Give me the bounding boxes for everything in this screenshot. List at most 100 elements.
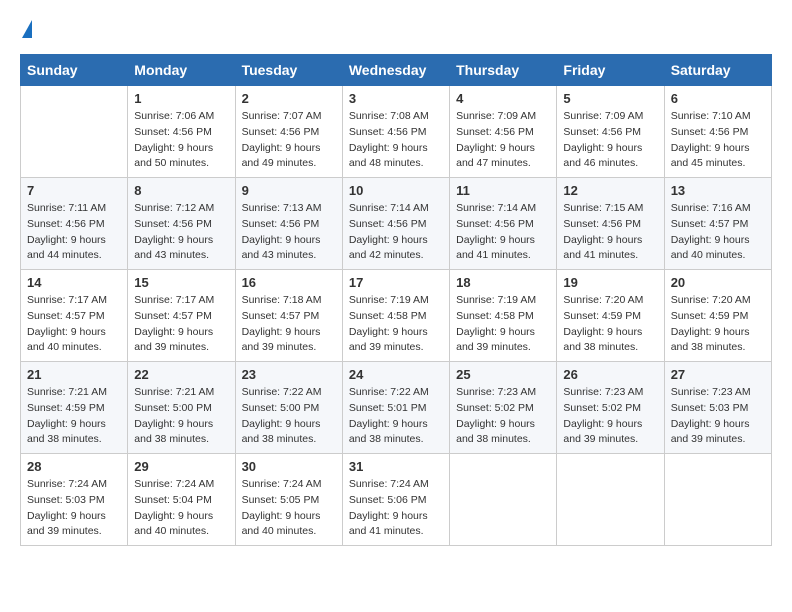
calendar-cell: 17 Sunrise: 7:19 AM Sunset: 4:58 PM Dayli…: [342, 270, 449, 362]
day-number: 29: [134, 459, 228, 474]
calendar-cell: 21Sunrise: 7:21 AM Sunset: 4:59 PM Dayli…: [21, 362, 128, 454]
calendar-cell: 15 Sunrise: 7:17 AM Sunset: 4:57 PM Dayli…: [128, 270, 235, 362]
day-number: 6: [671, 91, 765, 106]
day-info: Sunrise: 7:19 AM Sunset: 4:58 PM Dayligh…: [349, 293, 443, 356]
day-info: Sunrise: 7:07 AM Sunset: 4:56 PM Dayligh…: [242, 109, 336, 172]
calendar-cell: 2 Sunrise: 7:07 AM Sunset: 4:56 PM Daylig…: [235, 86, 342, 178]
calendar-cell: 6 Sunrise: 7:10 AM Sunset: 4:56 PM Daylig…: [664, 86, 771, 178]
day-number: 9: [242, 183, 336, 198]
day-info: Sunrise: 7:17 AM Sunset: 4:57 PM Dayligh…: [27, 293, 121, 356]
calendar-cell: 22Sunrise: 7:21 AM Sunset: 5:00 PM Dayli…: [128, 362, 235, 454]
day-number: 13: [671, 183, 765, 198]
day-info: Sunrise: 7:08 AM Sunset: 4:56 PM Dayligh…: [349, 109, 443, 172]
day-info: Sunrise: 7:11 AM Sunset: 4:56 PM Dayligh…: [27, 201, 121, 264]
day-number: 31: [349, 459, 443, 474]
calendar-cell: 12 Sunrise: 7:15 AM Sunset: 4:56 PM Dayli…: [557, 178, 664, 270]
day-number: 7: [27, 183, 121, 198]
calendar-week-row: 14 Sunrise: 7:17 AM Sunset: 4:57 PM Dayli…: [21, 270, 772, 362]
calendar-cell: 11 Sunrise: 7:14 AM Sunset: 4:56 PM Dayli…: [450, 178, 557, 270]
calendar-cell: 14 Sunrise: 7:17 AM Sunset: 4:57 PM Dayli…: [21, 270, 128, 362]
day-number: 23: [242, 367, 336, 382]
calendar-cell: [664, 454, 771, 546]
calendar-header-row: SundayMondayTuesdayWednesdayThursdayFrid…: [21, 55, 772, 86]
calendar-cell: 18 Sunrise: 7:19 AM Sunset: 4:58 PM Dayli…: [450, 270, 557, 362]
day-number: 17: [349, 275, 443, 290]
calendar-cell: 3 Sunrise: 7:08 AM Sunset: 4:56 PM Daylig…: [342, 86, 449, 178]
day-info: Sunrise: 7:09 AM Sunset: 4:56 PM Dayligh…: [563, 109, 657, 172]
day-number: 30: [242, 459, 336, 474]
calendar-week-row: 28 Sunrise: 7:24 AM Sunset: 5:03 PM Dayli…: [21, 454, 772, 546]
column-header-tuesday: Tuesday: [235, 55, 342, 86]
day-info: Sunrise: 7:17 AM Sunset: 4:57 PM Dayligh…: [134, 293, 228, 356]
day-number: 20: [671, 275, 765, 290]
day-number: 2: [242, 91, 336, 106]
day-number: 15: [134, 275, 228, 290]
day-info: Sunrise: 7:24 AM Sunset: 5:05 PM Dayligh…: [242, 477, 336, 540]
day-number: 14: [27, 275, 121, 290]
column-header-sunday: Sunday: [21, 55, 128, 86]
day-info: Sunrise: 7:14 AM Sunset: 4:56 PM Dayligh…: [456, 201, 550, 264]
calendar-cell: 1Sunrise: 7:06 AM Sunset: 4:56 PM Daylig…: [128, 86, 235, 178]
day-info: Sunrise: 7:13 AM Sunset: 4:56 PM Dayligh…: [242, 201, 336, 264]
day-info: Sunrise: 7:20 AM Sunset: 4:59 PM Dayligh…: [563, 293, 657, 356]
day-number: 4: [456, 91, 550, 106]
column-header-thursday: Thursday: [450, 55, 557, 86]
day-number: 25: [456, 367, 550, 382]
day-info: Sunrise: 7:16 AM Sunset: 4:57 PM Dayligh…: [671, 201, 765, 264]
calendar-cell: 13 Sunrise: 7:16 AM Sunset: 4:57 PM Dayli…: [664, 178, 771, 270]
day-number: 5: [563, 91, 657, 106]
column-header-saturday: Saturday: [664, 55, 771, 86]
calendar-cell: 7 Sunrise: 7:11 AM Sunset: 4:56 PM Daylig…: [21, 178, 128, 270]
logo: [20, 20, 32, 38]
day-number: 24: [349, 367, 443, 382]
calendar-cell: 9 Sunrise: 7:13 AM Sunset: 4:56 PM Daylig…: [235, 178, 342, 270]
column-header-friday: Friday: [557, 55, 664, 86]
day-info: Sunrise: 7:10 AM Sunset: 4:56 PM Dayligh…: [671, 109, 765, 172]
calendar-cell: [450, 454, 557, 546]
calendar-cell: [21, 86, 128, 178]
day-number: 12: [563, 183, 657, 198]
day-number: 21: [27, 367, 121, 382]
calendar-cell: 31 Sunrise: 7:24 AM Sunset: 5:06 PM Dayli…: [342, 454, 449, 546]
calendar-cell: 29 Sunrise: 7:24 AM Sunset: 5:04 PM Dayli…: [128, 454, 235, 546]
day-info: Sunrise: 7:21 AM Sunset: 5:00 PM Dayligh…: [134, 385, 228, 448]
day-info: Sunrise: 7:22 AM Sunset: 5:01 PM Dayligh…: [349, 385, 443, 448]
calendar-week-row: 21Sunrise: 7:21 AM Sunset: 4:59 PM Dayli…: [21, 362, 772, 454]
day-number: 3: [349, 91, 443, 106]
calendar-cell: 20Sunrise: 7:20 AM Sunset: 4:59 PM Dayli…: [664, 270, 771, 362]
day-number: 11: [456, 183, 550, 198]
day-info: Sunrise: 7:24 AM Sunset: 5:04 PM Dayligh…: [134, 477, 228, 540]
calendar-cell: 27Sunrise: 7:23 AM Sunset: 5:03 PM Dayli…: [664, 362, 771, 454]
day-info: Sunrise: 7:24 AM Sunset: 5:03 PM Dayligh…: [27, 477, 121, 540]
day-number: 16: [242, 275, 336, 290]
day-number: 19: [563, 275, 657, 290]
calendar-week-row: 1Sunrise: 7:06 AM Sunset: 4:56 PM Daylig…: [21, 86, 772, 178]
calendar-week-row: 7 Sunrise: 7:11 AM Sunset: 4:56 PM Daylig…: [21, 178, 772, 270]
calendar-cell: 30 Sunrise: 7:24 AM Sunset: 5:05 PM Dayli…: [235, 454, 342, 546]
day-info: Sunrise: 7:24 AM Sunset: 5:06 PM Dayligh…: [349, 477, 443, 540]
column-header-wednesday: Wednesday: [342, 55, 449, 86]
day-info: Sunrise: 7:18 AM Sunset: 4:57 PM Dayligh…: [242, 293, 336, 356]
page-header: [20, 20, 772, 38]
day-info: Sunrise: 7:23 AM Sunset: 5:03 PM Dayligh…: [671, 385, 765, 448]
calendar-cell: 10Sunrise: 7:14 AM Sunset: 4:56 PM Dayli…: [342, 178, 449, 270]
calendar-cell: 24 Sunrise: 7:22 AM Sunset: 5:01 PM Dayli…: [342, 362, 449, 454]
day-info: Sunrise: 7:12 AM Sunset: 4:56 PM Dayligh…: [134, 201, 228, 264]
calendar-cell: 19 Sunrise: 7:20 AM Sunset: 4:59 PM Dayli…: [557, 270, 664, 362]
day-number: 26: [563, 367, 657, 382]
calendar-cell: 28 Sunrise: 7:24 AM Sunset: 5:03 PM Dayli…: [21, 454, 128, 546]
calendar-cell: 23 Sunrise: 7:22 AM Sunset: 5:00 PM Dayli…: [235, 362, 342, 454]
day-info: Sunrise: 7:19 AM Sunset: 4:58 PM Dayligh…: [456, 293, 550, 356]
day-number: 1: [134, 91, 228, 106]
calendar-cell: 5 Sunrise: 7:09 AM Sunset: 4:56 PM Daylig…: [557, 86, 664, 178]
day-number: 28: [27, 459, 121, 474]
day-info: Sunrise: 7:15 AM Sunset: 4:56 PM Dayligh…: [563, 201, 657, 264]
logo-icon: [22, 20, 32, 38]
day-number: 18: [456, 275, 550, 290]
calendar-cell: 25Sunrise: 7:23 AM Sunset: 5:02 PM Dayli…: [450, 362, 557, 454]
day-info: Sunrise: 7:22 AM Sunset: 5:00 PM Dayligh…: [242, 385, 336, 448]
calendar-table: SundayMondayTuesdayWednesdayThursdayFrid…: [20, 54, 772, 546]
column-header-monday: Monday: [128, 55, 235, 86]
day-info: Sunrise: 7:14 AM Sunset: 4:56 PM Dayligh…: [349, 201, 443, 264]
day-number: 8: [134, 183, 228, 198]
